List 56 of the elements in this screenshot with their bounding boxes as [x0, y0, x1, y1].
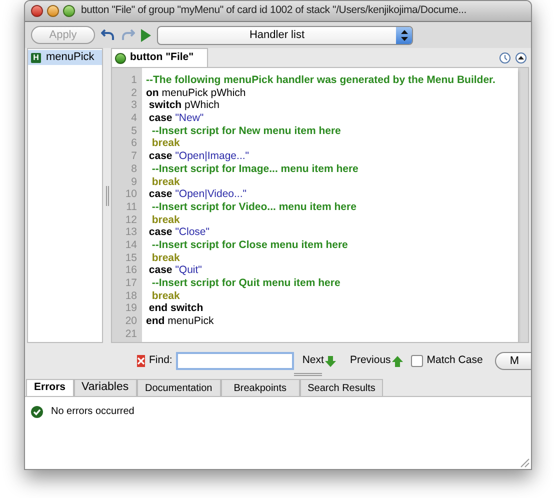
line-number: 20 [124, 315, 137, 328]
line-number: 4 [130, 112, 137, 125]
message-text: No errors occurred [51, 405, 134, 419]
code-line: case "Open|Video..." [148, 188, 248, 201]
search-button[interactable]: M [494, 352, 531, 370]
code-line: break [150, 176, 181, 188]
line-number: 19 [124, 302, 137, 316]
code-line: case "New" [148, 112, 205, 125]
code-line: break [150, 137, 181, 150]
line-number: 5 [130, 124, 137, 138]
code-line: on menuPick pWhich [146, 86, 247, 100]
code-line: case "Quit" [148, 264, 203, 277]
window-title: button "File" of group "myMenu" of card id 1002 of stack "/Users/kenjikojima/Docume... [81, 3, 466, 18]
code-line: --Insert script for Close menu item here [150, 238, 349, 252]
panel-tab[interactable]: Errors [26, 379, 74, 396]
line-number: 12 [124, 214, 137, 226]
code-line: --The following menuPick handler was generated by the Menu Builder. [146, 74, 496, 87]
next-button[interactable]: Next [302, 353, 336, 369]
line-number: 17 [124, 277, 137, 290]
code-line: --Insert script for Image... menu item here [150, 162, 360, 176]
code-line: break [150, 290, 181, 302]
line-number: 3 [130, 99, 137, 112]
line-number: 8 [130, 162, 137, 176]
line-number: 9 [130, 176, 137, 188]
handler-item[interactable]: H menuPick [28, 50, 102, 65]
code-line: --Insert script for Quit menu item here [150, 277, 342, 290]
panel-tab[interactable]: Breakpoints [220, 379, 300, 396]
handler-dropdown[interactable]: Handler list [157, 26, 413, 44]
code-line: end menuPick [146, 315, 215, 328]
code-line: break [150, 252, 181, 264]
previous-button[interactable]: Previous [350, 353, 403, 369]
line-number: 6 [130, 137, 137, 150]
line-number: 13 [124, 226, 137, 239]
find-label: Find: [149, 353, 172, 368]
line-number: 1 [130, 74, 137, 87]
panel-tab[interactable]: Documentation [136, 379, 221, 396]
line-number: 14 [124, 238, 137, 252]
panel-tab[interactable]: Variables [74, 379, 137, 396]
code-line: --Insert script for Video... menu item here [150, 200, 358, 214]
code-line: switch pWhich [148, 99, 221, 112]
code-line: end switch [148, 302, 204, 316]
line-number: 11 [125, 200, 137, 214]
code-line: --Insert script for New menu item here [150, 124, 342, 138]
code-line: case "Close" [148, 226, 210, 239]
line-number: 10 [124, 188, 137, 201]
line-number: 15 [124, 252, 137, 264]
line-number: 18 [124, 290, 137, 302]
line-number: 7 [130, 150, 137, 163]
line-number: 21 [124, 328, 137, 340]
code-line: break [150, 214, 181, 226]
panel-tab[interactable]: Search Results [300, 379, 384, 396]
line-number: 16 [124, 264, 137, 277]
editor-tab[interactable]: button "File" [111, 48, 208, 67]
line-number: 2 [130, 86, 137, 100]
code-line: case "Open|Image..." [148, 150, 250, 163]
match-case-label: Match Case [426, 353, 483, 368]
